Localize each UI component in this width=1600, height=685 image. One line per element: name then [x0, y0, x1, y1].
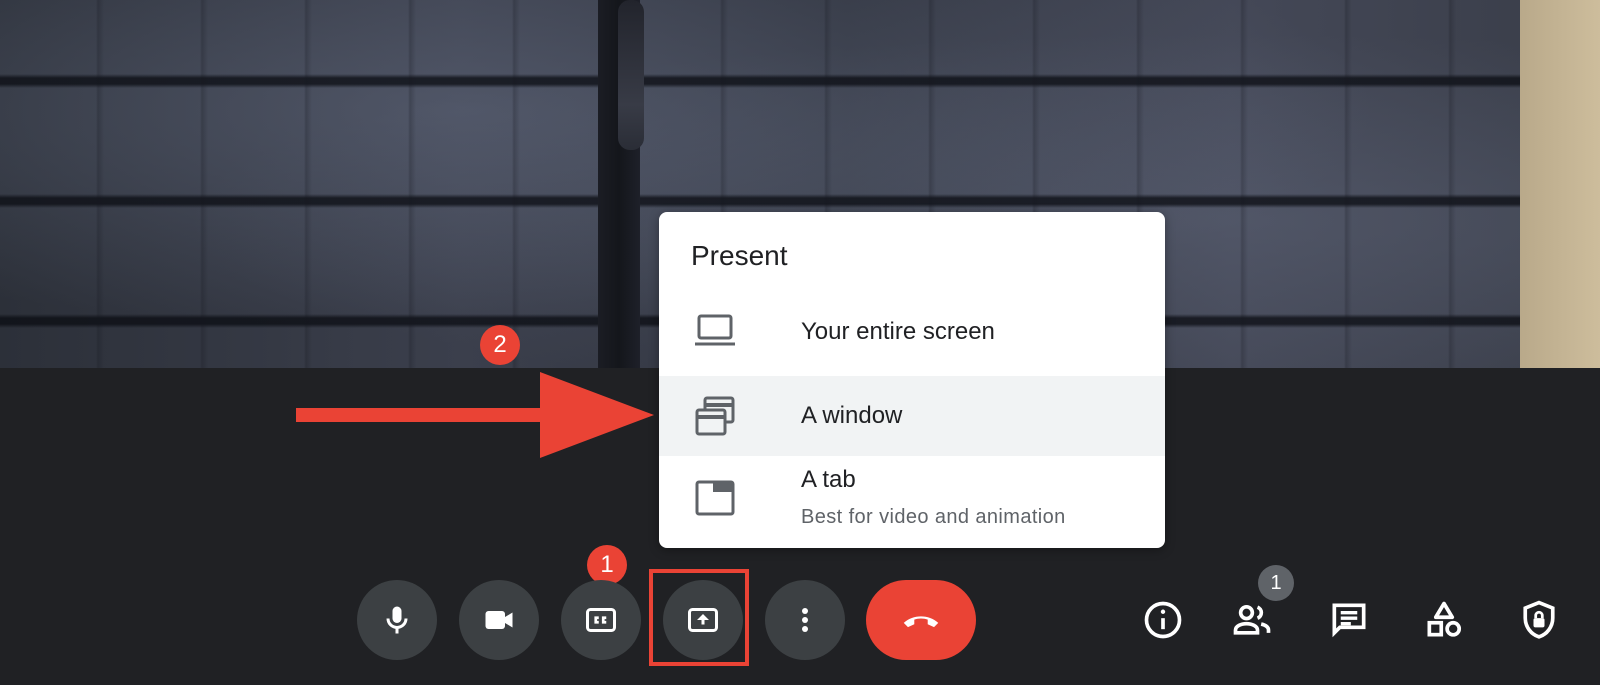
- menu-item-tab[interactable]: A tab Best for video and animation: [659, 456, 1165, 548]
- shield-lock-icon: [1523, 600, 1555, 639]
- leave-call-button[interactable]: [866, 580, 976, 660]
- captions-button[interactable]: [561, 580, 641, 660]
- info-icon: [1144, 601, 1182, 639]
- microphone-icon: [386, 606, 408, 634]
- browser-tab-icon: [695, 480, 735, 516]
- camera-button[interactable]: [459, 580, 539, 660]
- more-options-button[interactable]: [765, 580, 845, 660]
- video-background-wall: [1520, 0, 1600, 368]
- video-zipper-pull: [618, 0, 644, 150]
- menu-item-tab-sublabel: Best for video and animation: [801, 506, 1066, 528]
- menu-item-tab-label: A tab: [801, 466, 856, 493]
- chat-button[interactable]: [1323, 594, 1375, 646]
- meeting-details-button[interactable]: [1137, 594, 1189, 646]
- menu-item-window[interactable]: A window: [659, 376, 1165, 456]
- people-button[interactable]: [1226, 594, 1278, 646]
- activities-button[interactable]: [1418, 594, 1470, 646]
- menu-item-entire-screen[interactable]: Your entire screen: [659, 292, 1165, 376]
- microphone-button[interactable]: [357, 580, 437, 660]
- laptop-icon: [695, 314, 735, 346]
- more-vert-icon: [802, 608, 808, 632]
- present-menu: Present Your entire screen A window A ta…: [659, 212, 1165, 548]
- arrow-head: [540, 372, 654, 458]
- window-icon: [695, 396, 735, 436]
- present-menu-title: Present: [691, 240, 788, 271]
- host-controls-button[interactable]: [1513, 594, 1565, 646]
- menu-item-window-label: A window: [801, 402, 903, 429]
- people-count-badge: 1: [1258, 565, 1294, 601]
- arrow-shaft: [296, 408, 556, 422]
- chat-icon: [1332, 603, 1366, 638]
- camera-icon: [485, 611, 513, 629]
- activities-icon: [1427, 601, 1462, 637]
- people-icon: [1233, 604, 1271, 635]
- step-badge-2: 2: [480, 325, 520, 365]
- closed-captions-icon: [586, 608, 616, 632]
- hang-up-icon: [903, 616, 939, 628]
- step-badge-1: 1: [587, 545, 627, 585]
- present-button-highlight: [649, 569, 749, 666]
- menu-item-entire-screen-label: Your entire screen: [801, 318, 995, 345]
